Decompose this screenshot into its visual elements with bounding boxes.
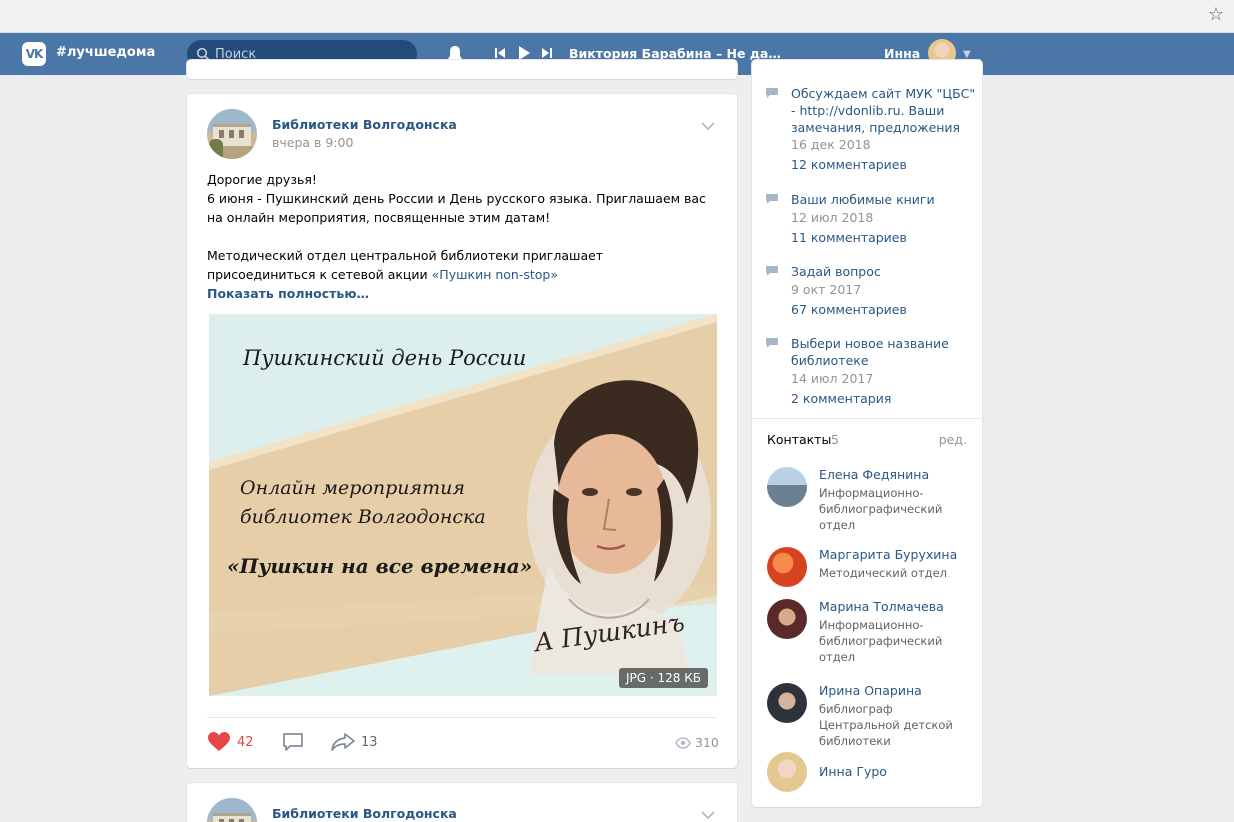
topic-date: 16 дек 2018: [791, 137, 871, 152]
group-avatar[interactable]: [207, 109, 257, 159]
post-image[interactable]: Пушкинский день России Онлайн мероприяти…: [209, 314, 717, 696]
post-card: Библиотеки Волгодонска вчера в 9:00 Доро…: [187, 94, 737, 768]
topic-title[interactable]: Задай вопрос: [791, 263, 976, 280]
sidebar-divider: [752, 418, 982, 419]
contact-name[interactable]: Марина Толмачева: [819, 599, 944, 614]
bookmark-star-icon[interactable]: ☆: [1208, 4, 1224, 25]
discussion-topic[interactable]: Обсуждаем сайт МУК "ЦБС" - http://vdonli…: [766, 85, 976, 191]
pushkin-nonstop-link[interactable]: «Пушкин non-stop»: [432, 267, 558, 282]
previous-track-icon[interactable]: [494, 46, 506, 60]
search-icon: [196, 47, 210, 61]
contact-name[interactable]: Маргарита Бурухина: [819, 547, 957, 562]
contact-item[interactable]: Марина Толмачева Информационно-библиогра…: [767, 599, 972, 664]
like-heart-icon[interactable]: [207, 730, 231, 754]
image-subtitle: Онлайн мероприятия библиотек Волгодонска: [240, 474, 486, 532]
contact-item[interactable]: Инна Гуро: [767, 752, 972, 792]
contact-item[interactable]: Ирина Опарина библиограф Центральной дет…: [767, 683, 972, 748]
contact-avatar[interactable]: [767, 599, 807, 639]
comment-icon[interactable]: [282, 730, 304, 754]
contact-item[interactable]: Елена Федянина Информационно-библиографи…: [767, 467, 972, 532]
contacts-heading[interactable]: Контакты: [767, 432, 831, 447]
user-name[interactable]: Инна: [884, 46, 920, 61]
next-track-icon[interactable]: [541, 46, 553, 60]
discussion-bubble-icon: [766, 88, 778, 98]
contact-name[interactable]: Ирина Опарина: [819, 683, 922, 698]
contact-role: Методический отдел: [819, 566, 948, 580]
topic-date: 9 окт 2017: [791, 282, 862, 297]
contact-role: Информационно-библиографический отдел: [819, 486, 943, 532]
browser-toolbar: ☆: [0, 0, 1234, 33]
contact-name[interactable]: Инна Гуро: [819, 764, 887, 779]
post-text: Дорогие друзья! 6 июня - Пушкинский день…: [207, 170, 707, 303]
now-playing-track[interactable]: Виктория Барабина – Не дай мне ...: [569, 46, 789, 61]
hashtag-link[interactable]: #лучшедома: [56, 45, 155, 60]
sidebar-card: Обсуждаем сайт МУК "ЦБС" - http://vdonli…: [752, 60, 982, 807]
post-line: Дорогие друзья!: [207, 172, 317, 187]
topic-date: 14 июл 2017: [791, 371, 874, 386]
next-post-card: Библиотеки Волгодонска: [187, 783, 737, 822]
contact-avatar[interactable]: [767, 467, 807, 507]
contact-name[interactable]: Елена Федянина: [819, 467, 929, 482]
image-subtitle-line: библиотек Волгодонска: [240, 506, 486, 528]
group-avatar[interactable]: [207, 798, 257, 822]
post-author[interactable]: Библиотеки Волгодонска: [272, 117, 457, 132]
contacts-edit-link[interactable]: ред.: [939, 432, 967, 447]
discussion-topic[interactable]: Задай вопрос 9 окт 2017 67 комментариев: [766, 263, 976, 323]
topic-comments[interactable]: 11 комментариев: [791, 230, 907, 245]
views-eye-icon: [675, 737, 691, 749]
image-size-badge[interactable]: JPG · 128 КБ: [619, 668, 708, 688]
like-count[interactable]: 42: [237, 735, 254, 750]
topic-comments[interactable]: 67 комментариев: [791, 302, 907, 317]
discussion-bubble-icon: [766, 266, 778, 276]
discussion-topic[interactable]: Ваши любимые книги 12 июл 2018 11 коммен…: [766, 191, 976, 251]
post-menu-chevron-icon[interactable]: [701, 122, 715, 130]
contact-role: библиограф Центральной детской библиотек…: [819, 702, 953, 748]
topic-date: 12 июл 2018: [791, 210, 874, 225]
contact-avatar[interactable]: [767, 547, 807, 587]
contacts-count: 5: [831, 432, 839, 447]
post-line: 6 июня - Пушкинский день России и День р…: [207, 191, 706, 225]
post-menu-chevron-icon[interactable]: [701, 811, 715, 819]
post-time[interactable]: вчера в 9:00: [272, 135, 353, 150]
show-more-link[interactable]: Показать полностью…: [207, 284, 707, 303]
contact-avatar[interactable]: [767, 752, 807, 792]
discussion-topic[interactable]: Выбери новое название библиотеке 14 июл …: [766, 335, 976, 415]
contact-avatar[interactable]: [767, 683, 807, 723]
post-divider: [207, 717, 717, 718]
topic-title[interactable]: Выбери новое название библиотеке: [791, 335, 976, 369]
post-line: Методический отдел центральной библиотек…: [207, 246, 707, 284]
topic-title[interactable]: Ваши любимые книги: [791, 191, 976, 208]
share-count[interactable]: 13: [361, 735, 378, 750]
discussion-bubble-icon: [766, 338, 778, 348]
topic-title[interactable]: Обсуждаем сайт МУК "ЦБС" - http://vdonli…: [791, 85, 976, 136]
post-author[interactable]: Библиотеки Волгодонска: [272, 806, 457, 821]
chevron-down-icon[interactable]: ▼: [963, 49, 971, 60]
image-title: Пушкинский день России: [243, 346, 527, 370]
image-subtitle-line: Онлайн мероприятия: [240, 477, 465, 499]
vk-logo-icon[interactable]: VK: [22, 42, 46, 66]
contact-item[interactable]: Маргарита Бурухина Методический отдел: [767, 547, 972, 591]
image-slogan: «Пушкин на все времена»: [227, 554, 533, 578]
share-icon[interactable]: [330, 730, 356, 754]
views-count: 310: [695, 735, 719, 750]
previous-post-card: [187, 60, 737, 79]
contact-role: Информационно-библиографический отдел: [819, 618, 943, 664]
topic-comments[interactable]: 12 комментариев: [791, 157, 907, 172]
topic-comments[interactable]: 2 комментария: [791, 391, 891, 406]
discussion-bubble-icon: [766, 194, 778, 204]
